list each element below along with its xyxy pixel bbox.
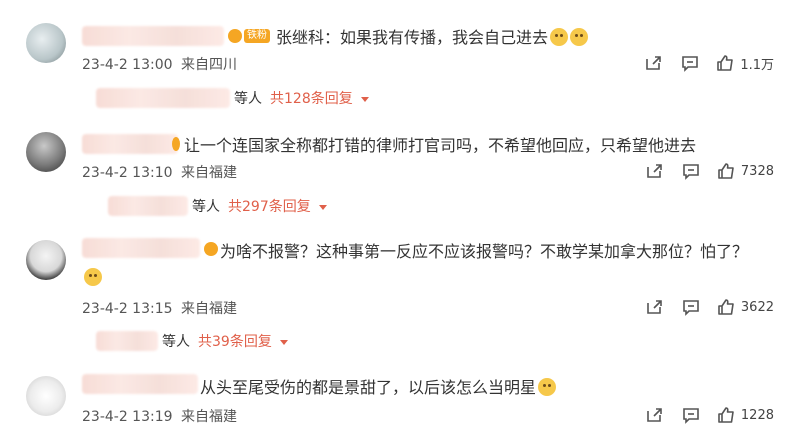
comment-icon bbox=[683, 300, 699, 316]
comment-text: 从头至尾受伤的都是景甜了，以后该怎么当明星 bbox=[200, 374, 557, 398]
avatar[interactable] bbox=[26, 376, 66, 416]
repost-icon bbox=[647, 164, 662, 178]
repost-button[interactable] bbox=[636, 52, 670, 74]
timestamp: 23-4-2 13:00 bbox=[82, 57, 173, 73]
comment-actions: 1228 bbox=[637, 404, 774, 426]
username[interactable] bbox=[82, 374, 198, 394]
comment-item: 让一个连国家全称都打错的律师打官司吗，不希望他回应，只希望他进去 23-4-2 … bbox=[0, 110, 800, 218]
like-count: 7328 bbox=[740, 163, 774, 179]
like-icon bbox=[718, 299, 734, 315]
timestamp: 23-4-2 13:10 bbox=[82, 165, 173, 181]
comment-list: 铁粉 张继科：如果我有传播，我会自己进去 23-4-2 13:00 来自四川 1… bbox=[0, 0, 800, 441]
like-icon bbox=[717, 55, 734, 71]
chevron-down-icon[interactable] bbox=[279, 339, 288, 345]
timestamp: 23-4-2 13:15 bbox=[82, 301, 173, 317]
emoji-icon bbox=[84, 268, 102, 286]
reply-summary[interactable]: 等人 共39条回复 bbox=[96, 331, 288, 351]
repost-button[interactable] bbox=[637, 404, 671, 426]
comment-text: 为啥不报警？这种事第一反应不应该报警吗？不敢学某加拿大那位？怕了？ bbox=[220, 242, 749, 261]
location: 来自福建 bbox=[180, 409, 237, 425]
emoji-icon bbox=[550, 28, 569, 46]
comment-item: 铁粉 张继科：如果我有传播，我会自己进去 23-4-2 13:00 来自四川 1… bbox=[0, 0, 800, 110]
username[interactable] bbox=[82, 134, 178, 154]
timestamp: 23-4-2 13:19 bbox=[82, 409, 173, 425]
comment-icon bbox=[682, 56, 699, 72]
repost-button[interactable] bbox=[637, 296, 671, 318]
fan-badge: 铁粉 bbox=[244, 29, 270, 43]
comment-button[interactable] bbox=[671, 296, 711, 318]
like-count: 1.1万 bbox=[740, 57, 774, 73]
reply-count[interactable]: 共128条回复 bbox=[270, 88, 353, 108]
comment-text: 张继科：如果我有传播，我会自己进去 bbox=[276, 24, 589, 48]
comment-meta: 23-4-2 13:15 来自福建 bbox=[82, 298, 237, 318]
comment-button[interactable] bbox=[671, 160, 711, 182]
like-button[interactable]: 7328 bbox=[717, 160, 774, 182]
emoji-icon bbox=[538, 378, 557, 396]
like-count: 1228 bbox=[740, 407, 774, 423]
comment-item: 为啥不报警？这种事第一反应不应该报警吗？不敢学某加拿大那位？怕了？ 23-4-2… bbox=[0, 218, 800, 356]
avatar[interactable] bbox=[26, 23, 66, 63]
repost-icon bbox=[647, 408, 662, 422]
comment-meta: 23-4-2 13:00 来自四川 bbox=[82, 54, 237, 74]
like-button[interactable]: 1228 bbox=[717, 404, 774, 426]
replier-names bbox=[96, 331, 158, 351]
like-icon bbox=[718, 407, 734, 423]
comment-actions: 1.1万 bbox=[636, 52, 774, 74]
username[interactable] bbox=[82, 26, 224, 46]
avatar[interactable] bbox=[26, 132, 66, 172]
comment-button[interactable] bbox=[671, 404, 711, 426]
like-icon bbox=[718, 163, 734, 179]
like-button[interactable]: 1.1万 bbox=[716, 52, 774, 74]
repost-button[interactable] bbox=[637, 160, 671, 182]
comment-meta: 23-4-2 13:19 来自福建 bbox=[82, 406, 237, 426]
vip-icon bbox=[228, 29, 242, 43]
comment-actions: 3622 bbox=[637, 296, 774, 318]
repost-icon bbox=[646, 56, 662, 70]
comment-icon bbox=[683, 164, 699, 180]
emoji-icon bbox=[570, 28, 589, 46]
reply-summary[interactable]: 等人 共128条回复 bbox=[96, 88, 369, 108]
location: 来自四川 bbox=[180, 57, 237, 73]
comment-meta: 23-4-2 13:10 来自福建 bbox=[82, 162, 237, 182]
comment-icon bbox=[683, 408, 699, 424]
repost-icon bbox=[647, 300, 662, 314]
like-count: 3622 bbox=[740, 299, 774, 315]
replier-names bbox=[108, 196, 188, 216]
vip-icon bbox=[172, 137, 180, 151]
like-button[interactable]: 3622 bbox=[717, 296, 774, 318]
comment-button[interactable] bbox=[670, 52, 710, 74]
reply-count[interactable]: 共297条回复 bbox=[228, 196, 311, 216]
chevron-down-icon[interactable] bbox=[318, 204, 327, 210]
chevron-down-icon[interactable] bbox=[360, 96, 369, 102]
comment-text: 让一个连国家全称都打错的律师打官司吗，不希望他回应，只希望他进去 bbox=[184, 136, 697, 155]
username[interactable] bbox=[82, 238, 200, 258]
comment-item: 从头至尾受伤的都是景甜了，以后该怎么当明星 23-4-2 13:19 来自福建 … bbox=[0, 356, 800, 441]
replier-names bbox=[96, 88, 230, 108]
comment-actions: 7328 bbox=[637, 160, 774, 182]
reply-count[interactable]: 共39条回复 bbox=[198, 331, 272, 351]
reply-summary[interactable]: 等人 共297条回复 bbox=[108, 196, 327, 216]
location: 来自福建 bbox=[180, 165, 237, 181]
avatar[interactable] bbox=[26, 240, 66, 280]
vip-icon bbox=[204, 242, 218, 256]
location: 来自福建 bbox=[180, 301, 237, 317]
